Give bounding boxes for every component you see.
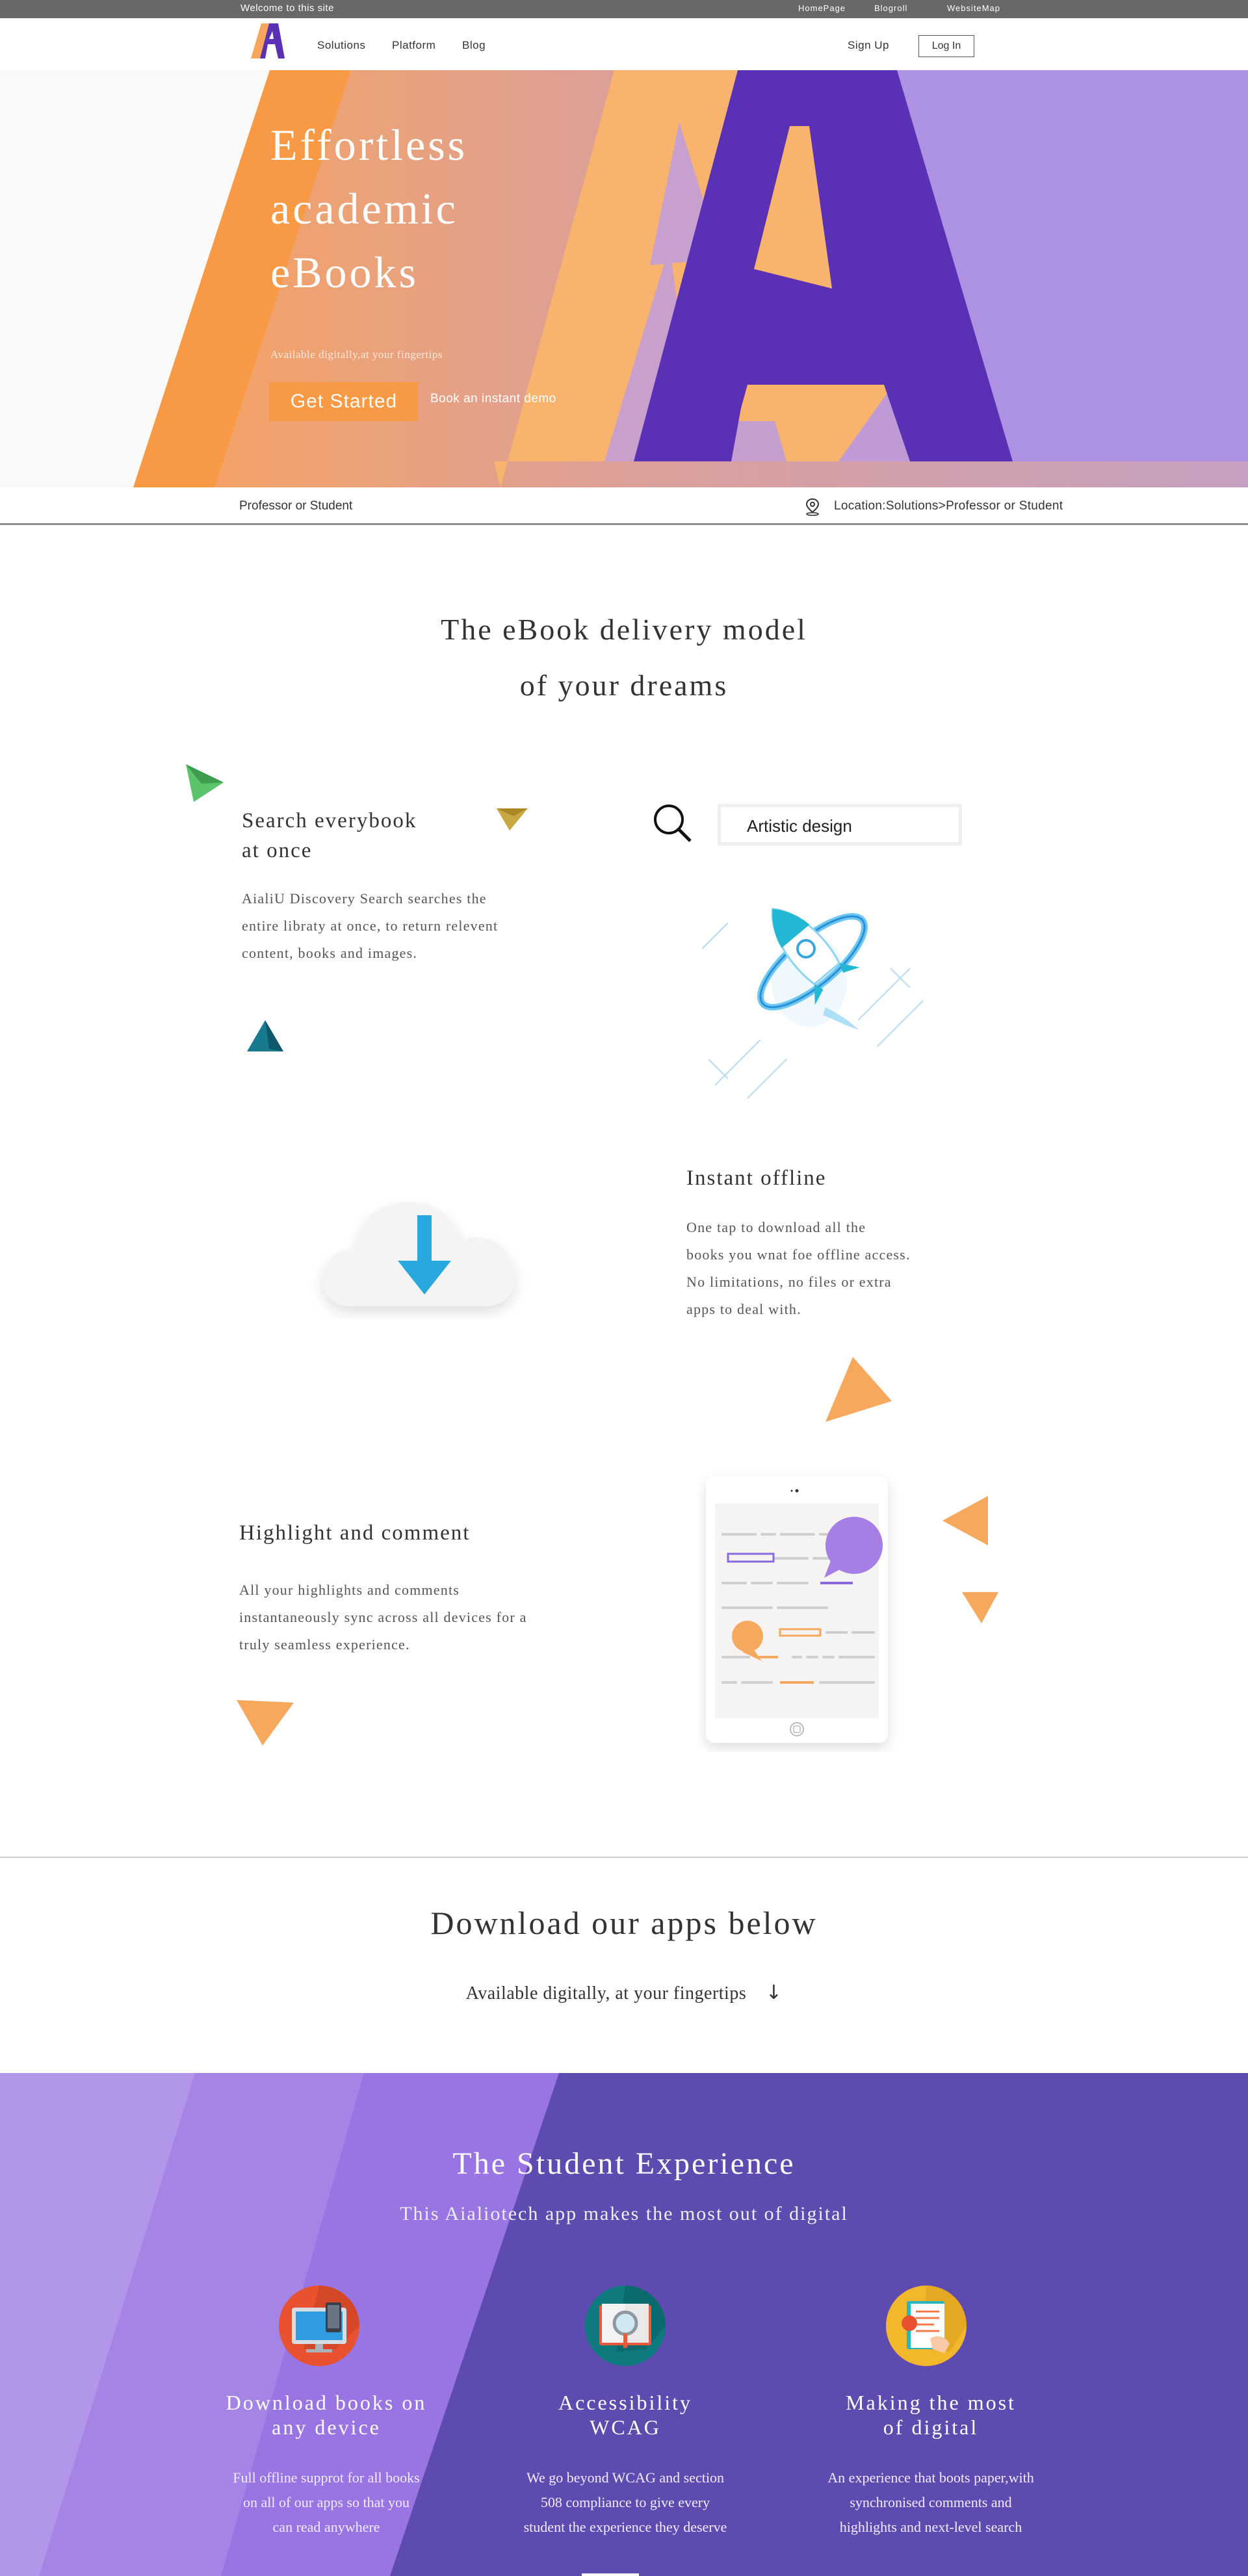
breadcrumb: Professor or Student Location:Solutions>… — [0, 487, 1248, 525]
feature-highlight-heading: Highlight and comment — [239, 1521, 471, 1545]
blogroll-link[interactable]: Blogroll — [874, 3, 907, 13]
device-body-line: Full offline supprot for all books — [233, 2469, 420, 2486]
download-subtitle-text: Available digitally, at your fingertips — [465, 1983, 747, 2003]
feature-highlight-body: All your highlights and comments instant… — [239, 1577, 527, 1658]
monitor-icon — [278, 2284, 362, 2372]
top-info-bar: Welcome to this site HomePage Blogroll W… — [0, 0, 1248, 18]
login-button[interactable]: Log In — [918, 35, 974, 57]
map-pin-icon — [805, 498, 820, 516]
device-heading-line: any device — [272, 2415, 381, 2439]
orange-triangle-decor — [962, 1592, 998, 1623]
feature-highlight-body-line: truly seamless experience. — [239, 1636, 410, 1653]
orange-triangle-decor — [237, 1700, 294, 1745]
digital-heading-line: of digital — [883, 2415, 979, 2439]
hero-title: Effortless academic eBooks — [270, 113, 467, 304]
feature-search-heading-line: Search everybook — [242, 809, 417, 832]
orange-triangle-decor — [826, 1357, 892, 1422]
nav-solutions[interactable]: Solutions — [317, 39, 365, 52]
digital-body: An experience that boots paper,with sync… — [788, 2466, 1074, 2540]
digital-body-line: highlights and next-level search — [839, 2519, 1022, 2535]
bottom-indicator-bar — [582, 2573, 639, 2576]
websitemap-link[interactable]: WebsiteMap — [947, 3, 1000, 13]
document-hand-icon — [885, 2284, 969, 2372]
accessibility-body-line: 508 compliance to give every — [540, 2494, 710, 2510]
hero-title-line: academic — [270, 184, 458, 233]
gold-triangle-decor — [497, 808, 528, 831]
digital-heading: Making the most of digital — [788, 2390, 1074, 2440]
book-magnifier-icon — [584, 2284, 668, 2372]
features-title-line: The eBook delivery model — [441, 613, 807, 646]
cloud-download-icon — [322, 1202, 515, 1306]
feature-offline-heading: Instant offline — [686, 1166, 827, 1190]
feature-offline-body-line: apps to deal with. — [686, 1301, 801, 1317]
location-breadcrumb: Location:Solutions>Professor or Student — [834, 499, 1063, 513]
feature-search-body: AialiU Discovery Search searches the ent… — [242, 885, 498, 967]
features-title-line: of your dreams — [519, 669, 729, 702]
device-heading: Download books on any device — [183, 2390, 469, 2440]
feature-search-body-line: AialiU Discovery Search searches the — [242, 890, 487, 907]
features-title: The eBook delivery model of your dreams — [0, 602, 1248, 714]
device-body: Full offline supprot for all books on al… — [183, 2466, 469, 2540]
device-heading-line: Download books on — [226, 2391, 427, 2414]
device-body-line: on all of our apps so that you — [242, 2494, 410, 2510]
hero-title-line: Effortless — [270, 120, 468, 170]
signup-link[interactable]: Sign Up — [848, 39, 889, 52]
hero-banner: Effortless academic eBooks Available dig… — [0, 70, 1248, 487]
feature-highlight-body-line: All your highlights and comments — [239, 1582, 460, 1598]
download-subtitle: Available digitally, at your fingertips … — [0, 1981, 1248, 2004]
feature-search-heading-line: at once — [242, 839, 313, 862]
letter-a-logo-icon[interactable] — [244, 22, 286, 60]
device-column: Download books on any device Full offlin… — [183, 2390, 469, 2540]
hero-letter-a-art — [0, 70, 1248, 487]
nav-platform[interactable]: Platform — [392, 39, 436, 52]
feature-search-heading: Search everybook at once — [242, 806, 417, 866]
rocket-illustration — [701, 908, 924, 1099]
hero-subtitle: Available digitally,at your fingertips — [270, 348, 443, 361]
feature-offline-body: One tap to download all the books you wn… — [686, 1214, 911, 1323]
feature-highlight-body-line: instantaneously sync across all devices … — [239, 1609, 527, 1625]
main-nav: Solutions Platform Blog Sign Up Log In — [0, 18, 1248, 70]
search-input[interactable]: Artistic design — [718, 804, 962, 845]
feature-offline-body-line: No limitations, no files or extra — [686, 1274, 892, 1290]
student-title: The Student Experience — [452, 2146, 796, 2181]
feature-search-body-line: entire libraty at once, to return releve… — [242, 918, 499, 934]
book-demo-link[interactable]: Book an instant demo — [430, 392, 556, 406]
welcome-text: Welcome to this site — [240, 3, 334, 14]
digital-heading-line: Making the most — [846, 2391, 1016, 2414]
device-body-line: can read anywhere — [272, 2519, 380, 2535]
accessibility-body-line: student the experience they deserve — [523, 2519, 727, 2535]
green-triangle-decor — [186, 764, 224, 802]
nav-blog[interactable]: Blog — [462, 39, 486, 52]
orange-triangle-decor — [942, 1496, 988, 1545]
arrow-down-icon[interactable]: ↓ — [766, 1981, 783, 2004]
get-started-button[interactable]: Get Started — [269, 382, 419, 421]
accessibility-body-line: We go beyond WCAG and section — [526, 2469, 724, 2486]
accessibility-column: Accessibility WCAG We go beyond WCAG and… — [482, 2390, 768, 2540]
accessibility-body: We go beyond WCAG and section 508 compli… — [482, 2466, 768, 2540]
digital-column: Making the most of digital An experience… — [788, 2390, 1074, 2540]
digital-body-line: synchronised comments and — [850, 2494, 1012, 2510]
tablet-comment-illustration — [706, 1476, 888, 1743]
student-subtitle: This Aialiotech app makes the most out o… — [400, 2203, 848, 2224]
search-icon[interactable] — [651, 802, 694, 845]
section-divider — [0, 1857, 1248, 1858]
feature-search-body-line: content, books and images. — [242, 945, 418, 961]
search-input-value: Artistic design — [747, 816, 852, 836]
accessibility-heading-line: Accessibility — [558, 2391, 693, 2414]
homepage-link[interactable]: HomePage — [798, 3, 846, 13]
audience-label: Professor or Student — [239, 499, 353, 513]
student-experience-section: The Student Experience This Aialiotech a… — [0, 2073, 1248, 2576]
hero-title-line: eBooks — [270, 248, 419, 297]
feature-offline-body-line: One tap to download all the — [686, 1219, 866, 1235]
accessibility-heading: Accessibility WCAG — [482, 2390, 768, 2440]
download-title: Download our apps below — [430, 1905, 818, 1941]
teal-triangle-decor — [247, 1020, 283, 1051]
accessibility-heading-line: WCAG — [590, 2415, 661, 2439]
digital-body-line: An experience that boots paper,with — [827, 2469, 1034, 2486]
feature-offline-body-line: books you wnat foe offline access. — [686, 1246, 911, 1263]
